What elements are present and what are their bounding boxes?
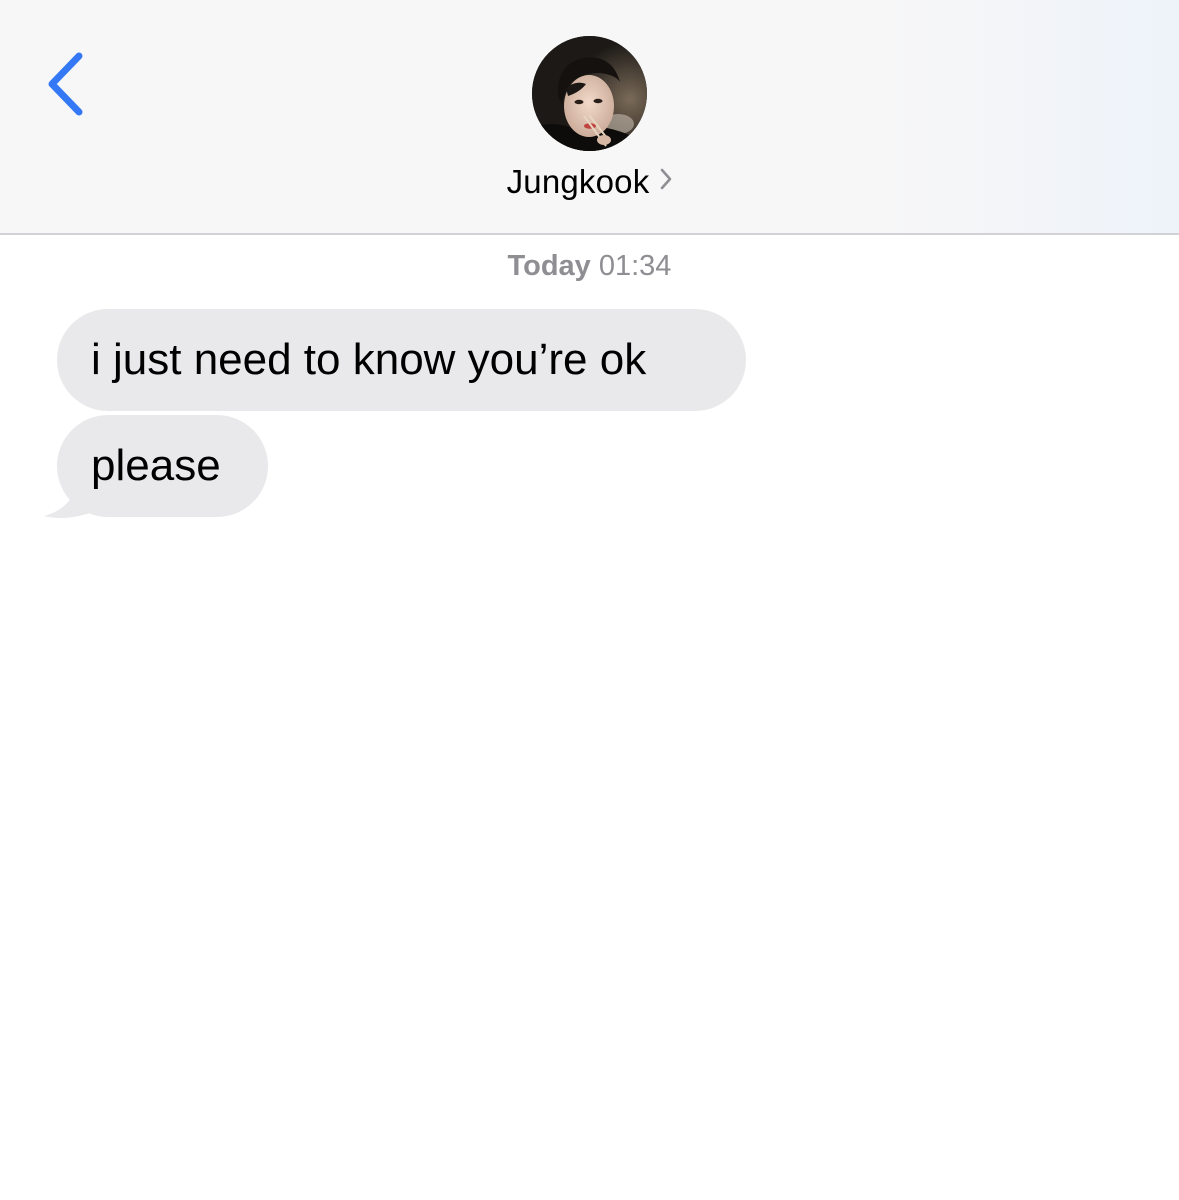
timestamp-time: 01:34 [598, 250, 672, 282]
chevron-right-icon [659, 167, 673, 196]
conversation-header: Jungkook [0, 0, 1179, 235]
incoming-message-bubble[interactable]: please [57, 415, 268, 517]
timestamp-day: Today [507, 250, 591, 282]
contact-avatar-photo [532, 36, 647, 151]
message-text: please [91, 441, 221, 490]
contact-avatar[interactable] [532, 36, 647, 151]
chevron-left-icon [48, 52, 83, 116]
messages-screen: Jungkook Today 01:34 i just need to know… [0, 0, 1179, 1200]
message-text: i just need to know you’re ok [91, 335, 647, 384]
contact-name: Jungkook [506, 163, 650, 200]
contact-name-row[interactable]: Jungkook [440, 163, 740, 201]
message-timestamp: Today 01:34 [0, 250, 1179, 283]
back-button[interactable] [38, 44, 98, 124]
incoming-message-bubble[interactable]: i just need to know you’re ok [57, 309, 746, 411]
contact-details-button[interactable]: Jungkook [440, 36, 740, 216]
